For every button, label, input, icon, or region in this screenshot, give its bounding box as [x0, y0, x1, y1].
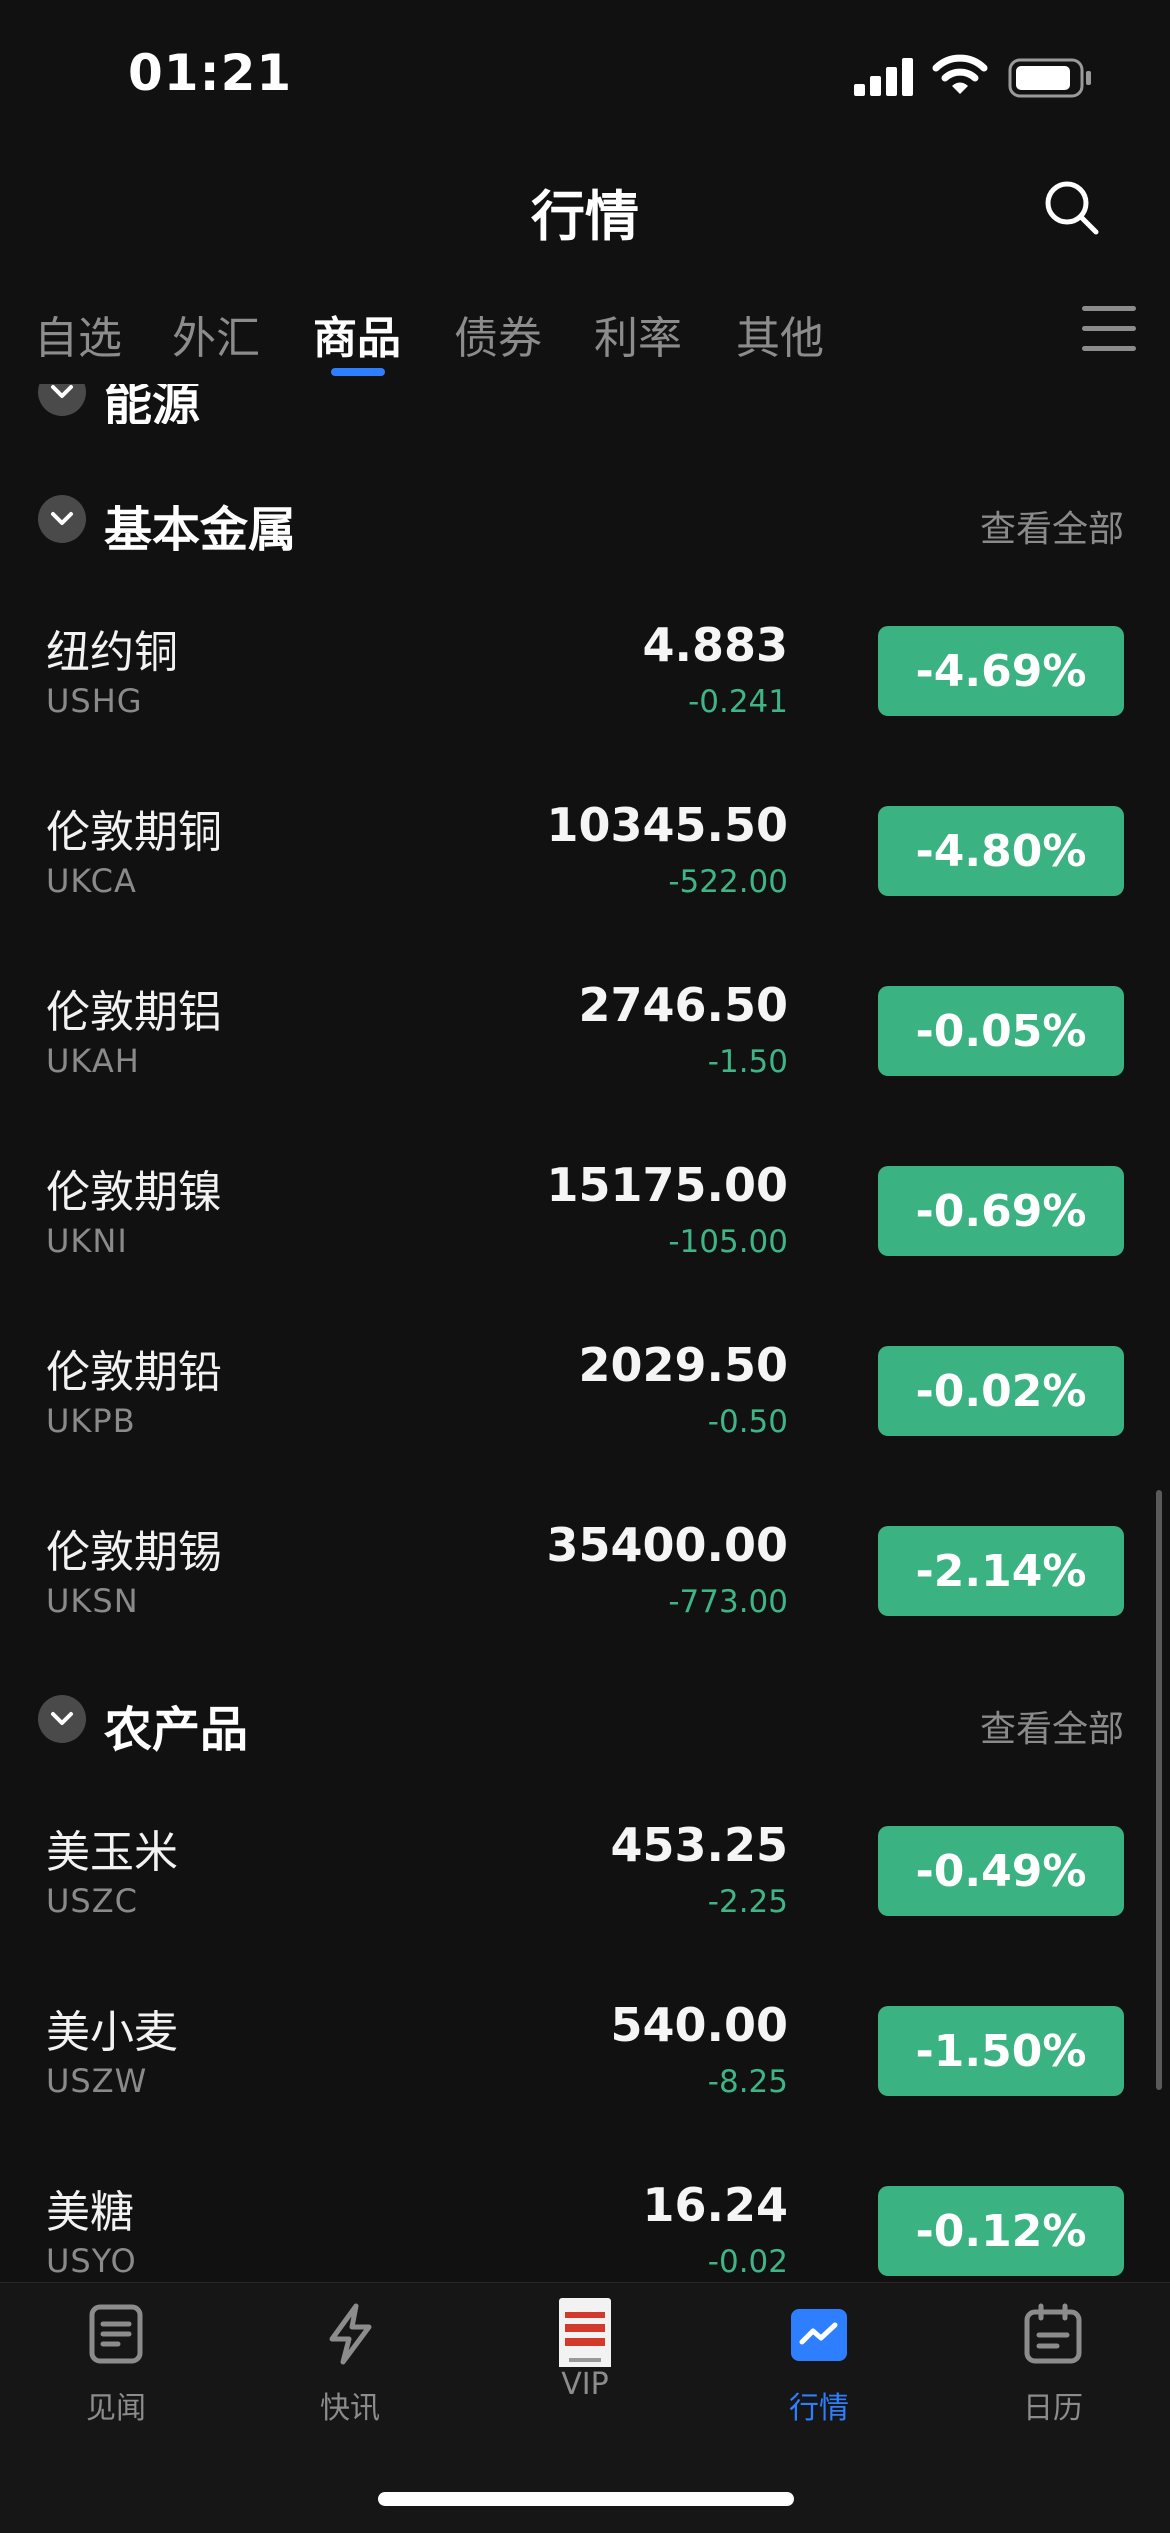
- battery-icon: [1008, 58, 1091, 98]
- item-price: 16.24: [642, 2178, 788, 2232]
- percent-change-badge[interactable]: -0.49%: [878, 1826, 1124, 1916]
- nav-label: 行情: [789, 2391, 849, 2426]
- tab-bonds[interactable]: 债券: [454, 302, 542, 366]
- item-change: -0.02: [707, 2244, 788, 2280]
- item-code: UKNI: [46, 1222, 128, 1260]
- item-name: 伦敦期镍: [46, 1167, 222, 1218]
- item-price: 2029.50: [578, 1338, 788, 1392]
- search-icon[interactable]: [1042, 178, 1102, 238]
- item-name: 伦敦期铝: [46, 987, 222, 1038]
- item-price: 10345.50: [546, 798, 788, 852]
- item-price: 453.25: [610, 1818, 788, 1872]
- item-code: UKPB: [46, 1402, 136, 1440]
- item-name: 伦敦期铜: [46, 807, 222, 858]
- item-change: -0.241: [688, 684, 788, 720]
- cellular-signal-icon: [854, 58, 913, 96]
- list-item[interactable]: 伦敦期铜 UKCA 10345.50 -522.00 -4.80%: [0, 778, 1170, 958]
- status-time: 01:21: [128, 44, 293, 102]
- item-change: -105.00: [668, 1224, 788, 1260]
- scrollbar[interactable]: [1156, 1490, 1162, 2090]
- item-code: UKSN: [46, 1582, 139, 1620]
- item-price: 15175.00: [546, 1158, 788, 1212]
- vip-book-icon: [559, 2298, 611, 2374]
- document-icon: [89, 2304, 143, 2364]
- item-change: -0.50: [707, 1404, 788, 1440]
- chevron-down-icon: [38, 384, 86, 416]
- tab-rates[interactable]: 利率: [594, 302, 682, 366]
- item-code: USZC: [46, 1882, 138, 1920]
- active-tab-indicator: [331, 368, 385, 376]
- chevron-down-icon: [38, 495, 86, 543]
- nav-label: 快讯: [320, 2391, 380, 2426]
- nav-item-flash[interactable]: 快讯: [270, 2303, 430, 2427]
- item-name: 美玉米: [46, 1827, 178, 1878]
- percent-change-badge[interactable]: -4.69%: [878, 626, 1124, 716]
- wifi-icon: [932, 54, 988, 94]
- section-title-base-metals: 基本金属: [104, 502, 297, 558]
- item-code: USYO: [46, 2242, 137, 2280]
- tab-others[interactable]: 其他: [736, 302, 824, 366]
- item-change: -2.25: [707, 1884, 788, 1920]
- item-name: 伦敦期锡: [46, 1527, 222, 1578]
- page-title: 行情: [531, 185, 639, 248]
- item-name: 纽约铜: [46, 627, 178, 678]
- item-change: -522.00: [668, 864, 788, 900]
- agriculture-section-header[interactable]: 农产品 查看全部: [0, 1688, 1170, 1758]
- item-name: 美糖: [46, 2187, 134, 2238]
- item-change: -1.50: [707, 1044, 788, 1080]
- percent-change-badge[interactable]: -4.80%: [878, 806, 1124, 896]
- item-price: 540.00: [610, 1998, 788, 2052]
- percent-change-badge[interactable]: -0.12%: [878, 2186, 1124, 2276]
- energy-section-header[interactable]: 能源: [0, 384, 1170, 424]
- base-metals-section-header[interactable]: 基本金属 查看全部: [0, 488, 1170, 558]
- nav-item-calendar[interactable]: 日历: [973, 2303, 1133, 2427]
- item-code: USHG: [46, 682, 143, 720]
- view-all-link[interactable]: 查看全部: [980, 500, 1124, 552]
- percent-change-badge[interactable]: -2.14%: [878, 1526, 1124, 1616]
- chevron-down-icon: [38, 1695, 86, 1743]
- nav-item-vip[interactable]: VIP: [505, 2298, 665, 2402]
- home-indicator[interactable]: [378, 2492, 794, 2506]
- item-name: 伦敦期铅: [46, 1347, 222, 1398]
- percent-change-badge[interactable]: -0.05%: [878, 986, 1124, 1076]
- list-item[interactable]: 伦敦期铝 UKAH 2746.50 -1.50 -0.05%: [0, 958, 1170, 1138]
- item-price: 4.883: [642, 618, 788, 672]
- list-item[interactable]: 伦敦期锡 UKSN 35400.00 -773.00 -2.14%: [0, 1498, 1170, 1678]
- item-code: USZW: [46, 2062, 148, 2100]
- item-change: -8.25: [707, 2064, 788, 2100]
- item-code: UKCA: [46, 862, 137, 900]
- menu-icon[interactable]: [1082, 306, 1136, 354]
- calendar-icon: [1024, 2303, 1082, 2364]
- tab-forex[interactable]: 外汇: [172, 302, 260, 366]
- list-item[interactable]: 伦敦期铅 UKPB 2029.50 -0.50 -0.02%: [0, 1318, 1170, 1498]
- nav-label: VIP: [561, 2367, 609, 2402]
- nav-label: 见闻: [86, 2391, 146, 2426]
- item-name: 美小麦: [46, 2007, 178, 2058]
- list-item[interactable]: 伦敦期镍 UKNI 15175.00 -105.00 -0.69%: [0, 1138, 1170, 1318]
- section-title-energy: 能源: [104, 384, 201, 424]
- chart-icon: [791, 2309, 847, 2361]
- list-item[interactable]: 美玉米 USZC 453.25 -2.25 -0.49%: [0, 1798, 1170, 1978]
- view-all-link[interactable]: 查看全部: [980, 1700, 1124, 1752]
- list-item[interactable]: 美小麦 USZW 540.00 -8.25 -1.50%: [0, 1978, 1170, 2158]
- percent-change-badge[interactable]: -0.02%: [878, 1346, 1124, 1436]
- item-code: UKAH: [46, 1042, 140, 1080]
- lightning-icon: [329, 2303, 372, 2365]
- tab-watchlist[interactable]: 自选: [34, 302, 122, 366]
- item-change: -773.00: [668, 1584, 788, 1620]
- percent-change-badge[interactable]: -1.50%: [878, 2006, 1124, 2096]
- nav-item-market[interactable]: 行情: [739, 2303, 899, 2427]
- nav-item-news[interactable]: 见闻: [36, 2303, 196, 2427]
- section-title-agriculture: 农产品: [104, 1702, 249, 1758]
- percent-change-badge[interactable]: -0.69%: [878, 1166, 1124, 1256]
- nav-label: 日历: [1023, 2391, 1083, 2426]
- tab-commodities[interactable]: 商品: [313, 302, 401, 366]
- item-price: 35400.00: [546, 1518, 788, 1572]
- item-price: 2746.50: [578, 978, 788, 1032]
- list-item[interactable]: 纽约铜 USHG 4.883 -0.241 -4.69%: [0, 598, 1170, 778]
